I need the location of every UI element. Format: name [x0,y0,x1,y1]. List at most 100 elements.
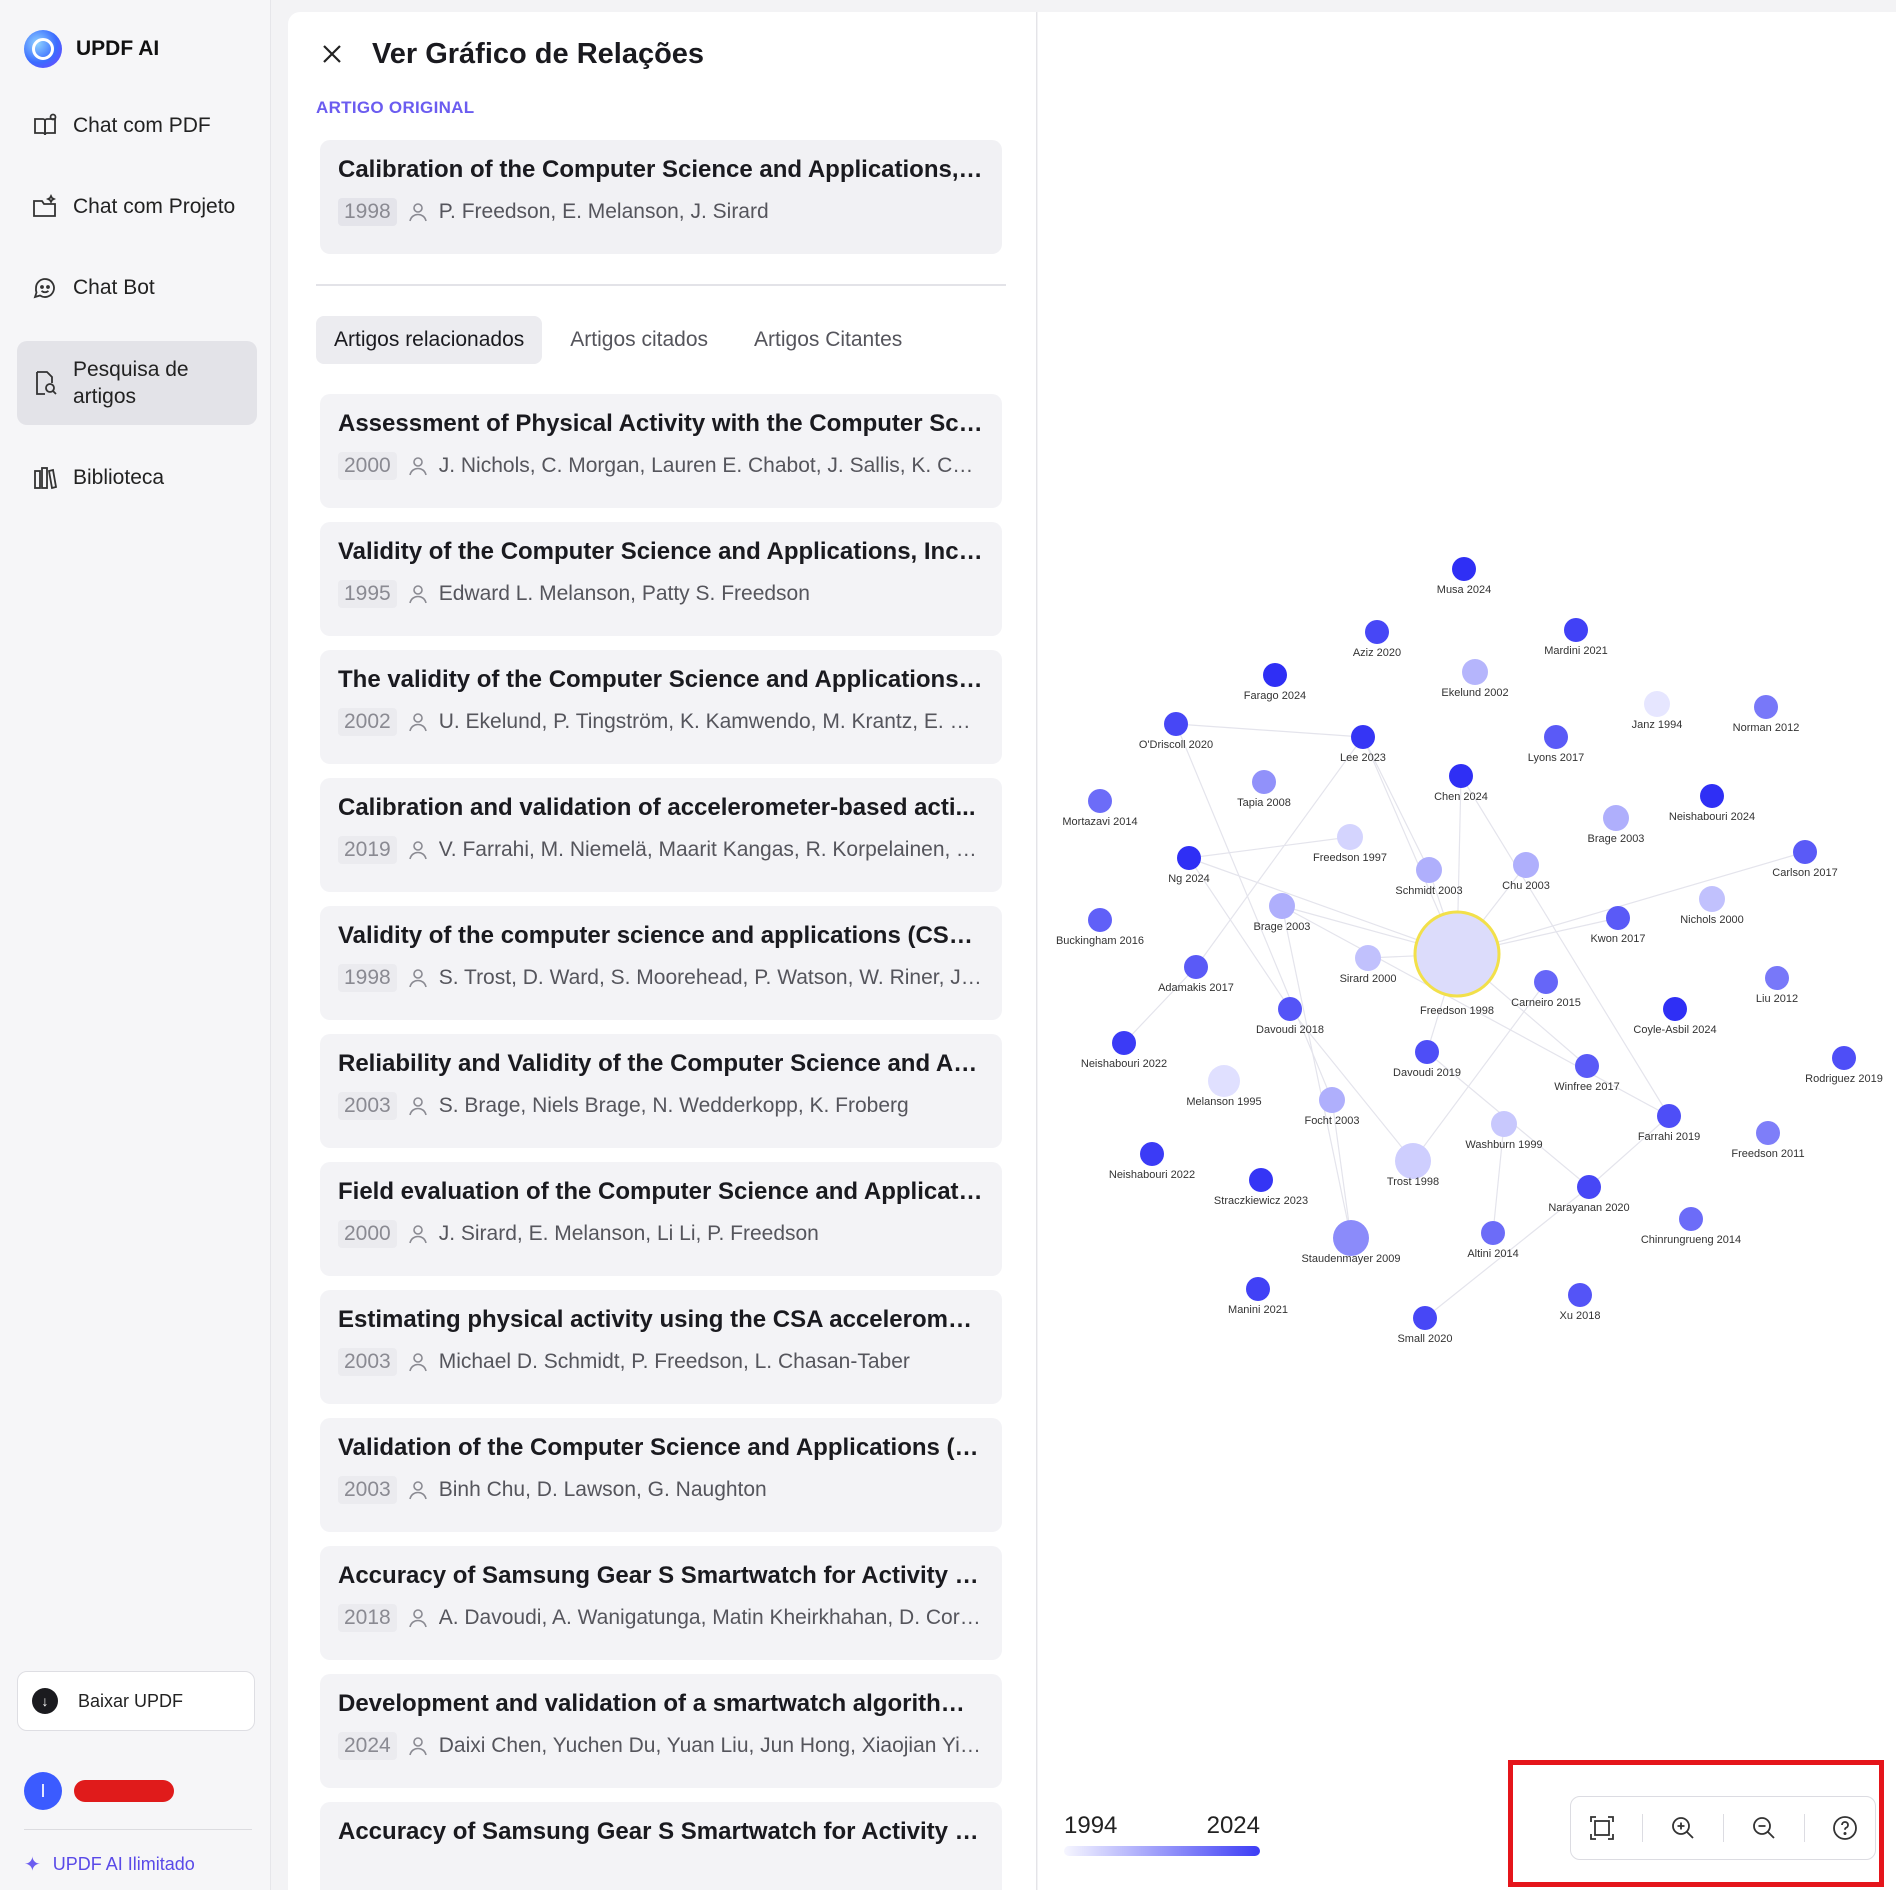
graph-node-circle[interactable] [1481,1221,1505,1245]
graph-node-farago2024[interactable]: Farago 2024 [1244,663,1306,702]
graph-node-circle[interactable] [1756,1121,1780,1145]
graph-node-neishabouri2022b[interactable]: Neishabouri 2022 [1109,1142,1195,1181]
graph-node-circle[interactable] [1568,1283,1592,1307]
graph-node-circle[interactable] [1177,846,1201,870]
graph-node-circle[interactable] [1577,1175,1601,1199]
graph-node-ng2024[interactable]: Ng 2024 [1168,846,1210,885]
graph-node-circle[interactable] [1355,945,1381,971]
graph-node-mardini2021[interactable]: Mardini 2021 [1544,618,1608,657]
upgrade-link[interactable]: ✦ UPDF AI Ilimitado [24,1852,195,1877]
graph-node-farrahi2019[interactable]: Farrahi 2019 [1638,1104,1700,1143]
list-item[interactable]: Reliability and Validity of the Computer… [320,1034,1002,1148]
graph-node-circle[interactable] [1415,1040,1439,1064]
graph-node-narayanan2020[interactable]: Narayanan 2020 [1548,1175,1630,1214]
graph-node-circle[interactable] [1395,1143,1431,1179]
original-article-card[interactable]: Calibration of the Computer Science and … [320,140,1002,254]
graph-node-circle[interactable] [1603,805,1629,831]
graph-node-small2020[interactable]: Small 2020 [1397,1306,1453,1345]
relations-graph[interactable]: Freedson 1998 Musa 2024 Aziz 2020 Mardini 2… [1038,12,1896,1890]
graph-node-buckingham2016[interactable]: Buckingham 2016 [1056,908,1144,947]
zoom-out-button[interactable] [1743,1807,1785,1849]
graph-node-circle[interactable] [1319,1087,1345,1113]
graph-node-circle[interactable] [1754,695,1778,719]
graph-node-sirard2000[interactable]: Sirard 2000 [1340,945,1397,985]
graph-node-circle[interactable] [1564,618,1588,642]
graph-node-carneiro2015[interactable]: Carneiro 2015 [1511,970,1581,1009]
download-updf-button[interactable]: ↓ Baixar UPDF [17,1671,255,1731]
graph-node-mortazavi2014[interactable]: Mortazavi 2014 [1062,789,1138,828]
graph-node-circle[interactable] [1333,1220,1369,1256]
graph-node-nichols2000[interactable]: Nichols 2000 [1680,886,1744,926]
graph-node-circle[interactable] [1462,659,1488,685]
graph-node-circle[interactable] [1491,1111,1517,1137]
graph-node-circle[interactable] [1534,970,1558,994]
graph-node-circle[interactable] [1278,997,1302,1021]
graph-node-circle[interactable] [1112,1031,1136,1055]
graph-node-circle[interactable] [1088,908,1112,932]
graph-node-circle[interactable] [1263,663,1287,687]
list-item[interactable]: Development and validation of a smartwat… [320,1674,1002,1788]
graph-node-circle[interactable] [1252,770,1276,794]
graph-node-circle[interactable] [1413,910,1501,998]
graph-node-circle[interactable] [1140,1142,1164,1166]
graph-node-coyleasbil2024[interactable]: Coyle-Asbil 2024 [1633,997,1717,1036]
graph-node-circle[interactable] [1365,620,1389,644]
graph-node-circle[interactable] [1452,557,1476,581]
list-item[interactable]: Accuracy of Samsung Gear S Smartwatch fo… [320,1802,1002,1890]
graph-node-circle[interactable] [1416,857,1442,883]
graph-node-circle[interactable] [1575,1054,1599,1078]
graph-node-circle[interactable] [1765,966,1789,990]
fit-screen-button[interactable] [1581,1807,1623,1849]
tab-cited-articles[interactable]: Artigos citados [552,316,726,364]
graph-node-circle[interactable] [1606,906,1630,930]
list-item[interactable]: The validity of the Computer Science and… [320,650,1002,764]
graph-node-circle[interactable] [1513,852,1539,878]
graph-node-xu2018[interactable]: Xu 2018 [1560,1283,1601,1322]
graph-node-focht2003[interactable]: Focht 2003 [1304,1087,1360,1127]
sidebar-item-chat-pdf[interactable]: Chat com PDF [17,98,257,154]
graph-node-circle[interactable] [1663,997,1687,1021]
graph-node-davoudi2019[interactable]: Davoudi 2019 [1393,1040,1461,1079]
brand[interactable]: UPDF AI [24,30,159,68]
graph-node-circle[interactable] [1644,691,1670,717]
user-account[interactable]: I [24,1772,174,1810]
graph-node-norman2012[interactable]: Norman 2012 [1733,695,1800,734]
graph-node-liu2012[interactable]: Liu 2012 [1756,966,1798,1005]
list-item[interactable]: Estimating physical activity using the C… [320,1290,1002,1404]
sidebar-item-chat-bot[interactable]: Chat Bot [17,260,257,316]
graph-node-lyons2017[interactable]: Lyons 2017 [1528,725,1584,764]
graph-node-circle[interactable] [1832,1046,1856,1070]
graph-node-circle[interactable] [1249,1168,1273,1192]
graph-node-rodriguez2019[interactable]: Rodriguez 2019 [1805,1046,1883,1085]
graph-node-circle[interactable] [1544,725,1568,749]
tab-related-articles[interactable]: Artigos relacionados [316,316,543,364]
graph-node-neishabouri2022a[interactable]: Neishabouri 2022 [1081,1031,1167,1070]
close-button[interactable] [314,36,350,72]
graph-node-circle[interactable] [1679,1207,1703,1231]
graph-node-davoudi2018[interactable]: Davoudi 2018 [1256,997,1324,1036]
list-item[interactable]: Assessment of Physical Activity with the… [320,394,1002,508]
graph-node-chen2024[interactable]: Chen 2024 [1434,764,1488,803]
graph-node-circle[interactable] [1449,764,1473,788]
graph-node-freedson1997[interactable]: Freedson 1997 [1313,824,1387,864]
graph-node-altini2014[interactable]: Altini 2014 [1467,1221,1519,1260]
sidebar-item-library[interactable]: Biblioteca [17,450,257,506]
graph-node-lee2023[interactable]: Lee 2023 [1340,725,1386,764]
help-button[interactable] [1824,1807,1866,1849]
graph-node-tapia2008[interactable]: Tapia 2008 [1237,770,1291,809]
graph-node-janz1994[interactable]: Janz 1994 [1632,691,1683,731]
graph-node-neishabouri2024[interactable]: Neishabouri 2024 [1669,784,1755,823]
graph-canvas[interactable]: Freedson 1998 Musa 2024 Aziz 2020 Mardini 2… [1038,12,1896,1890]
graph-node-aziz2020[interactable]: Aziz 2020 [1353,620,1401,659]
list-item[interactable]: Validity of the computer science and app… [320,906,1002,1020]
graph-node-freedson2011[interactable]: Freedson 2011 [1731,1121,1805,1160]
graph-node-schmidt2003[interactable]: Schmidt 2003 [1395,857,1463,897]
list-item[interactable]: Validation of the Computer Science and A… [320,1418,1002,1532]
graph-node-trost1998[interactable]: Trost 1998 [1387,1143,1439,1188]
graph-node-circle[interactable] [1657,1104,1681,1128]
graph-node-circle[interactable] [1337,824,1363,850]
graph-node-circle[interactable] [1208,1065,1240,1097]
graph-node-musa2024[interactable]: Musa 2024 [1437,557,1491,596]
graph-node-circle[interactable] [1269,893,1295,919]
list-item[interactable]: Validity of the Computer Science and App… [320,522,1002,636]
